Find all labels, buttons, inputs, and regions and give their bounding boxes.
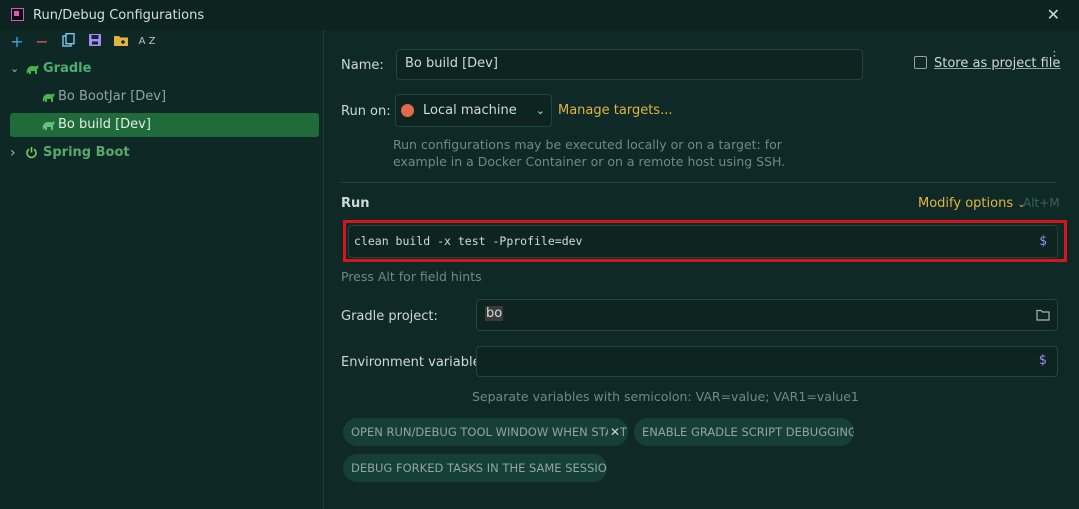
close-icon[interactable]: ✕ (1047, 5, 1060, 24)
tree-group-label: Gradle (43, 61, 92, 76)
gradle-elephant-icon (25, 57, 40, 85)
manage-targets-link[interactable]: Manage targets... (558, 103, 672, 118)
tree-item-label: Bo BootJar [Dev] (58, 89, 167, 104)
chip-label: OPEN RUN/DEBUG TOOL WINDOW WHEN STARTED (351, 425, 628, 439)
gradle-tasks-value: clean build -x test -Pprofile=dev (354, 234, 583, 248)
chip-label: DEBUG FORKED TASKS IN THE SAME SESSION (351, 461, 607, 475)
tree-group-label: Spring Boot (43, 145, 130, 160)
remove-chip-icon[interactable]: ✕ (607, 418, 620, 446)
tree-item-bo-build[interactable]: Bo build [Dev] (0, 113, 323, 137)
environment-variables-input[interactable]: $ (476, 346, 1058, 377)
gradle-tasks-input[interactable]: clean build -x test -Pprofile=dev $ (348, 225, 1058, 258)
window-title: Run/Debug Configurations (33, 8, 205, 23)
option-chip[interactable]: OPEN RUN/DEBUG TOOL WINDOW WHEN STARTED ✕ (343, 418, 628, 446)
home-icon (401, 104, 414, 117)
configuration-form: Name: Bo build [Dev] Store as project fi… (324, 30, 1079, 509)
intellij-app-icon (11, 8, 24, 21)
modify-options-shortcut: Alt+M (1023, 196, 1060, 210)
option-chip[interactable]: ENABLE GRADLE SCRIPT DEBUGGING✕ (634, 418, 854, 446)
run-on-value: Local machine (423, 103, 517, 118)
tree-group-spring-boot[interactable]: › Spring Boot (0, 141, 323, 165)
name-label: Name: (341, 58, 384, 73)
gradle-elephant-icon (41, 113, 56, 141)
power-icon (25, 141, 38, 168)
modify-options-link[interactable]: Modify options ⌄ (918, 196, 1026, 211)
chip-label: ENABLE GRADLE SCRIPT DEBUGGING (642, 425, 854, 439)
tree-item-label: Bo build [Dev] (58, 117, 151, 132)
environment-variables-label: Environment variables: (341, 355, 492, 370)
chevron-right-icon[interactable]: › (10, 141, 16, 165)
gradle-project-label: Gradle project: (341, 309, 438, 324)
chevron-down-icon: ⌄ (535, 104, 545, 117)
gradle-project-value: bo (485, 306, 504, 321)
new-folder-icon[interactable] (112, 33, 130, 51)
folder-icon[interactable] (1036, 300, 1050, 332)
save-icon[interactable] (86, 33, 104, 51)
run-on-hint-line1: Run configurations may be executed local… (393, 137, 782, 152)
section-divider (341, 182, 1057, 183)
store-as-project-file-label[interactable]: Store as project file (934, 56, 1060, 71)
run-section-title: Run (341, 196, 370, 211)
option-chip[interactable]: DEBUG FORKED TASKS IN THE SAME SESSION✕ (343, 454, 607, 482)
tree-item-bo-bootjar[interactable]: Bo BootJar [Dev] (0, 85, 323, 109)
add-configuration-button[interactable]: + (8, 33, 26, 51)
macro-dollar-icon[interactable]: $ (1039, 226, 1047, 257)
store-as-project-file-checkbox[interactable] (914, 56, 927, 69)
chevron-down-icon[interactable]: ⌄ (10, 57, 19, 81)
run-on-label: Run on: (341, 104, 391, 119)
sidebar-toolbar: + − A Z (0, 30, 323, 56)
run-on-hint-line2: example in a Docker Container or on a re… (393, 154, 786, 169)
tree-group-gradle[interactable]: ⌄ Gradle (0, 57, 323, 81)
title-bar: Run/Debug Configurations ✕ (0, 0, 1079, 31)
copy-icon[interactable] (60, 33, 78, 51)
run-on-dropdown[interactable]: Local machine ⌄ (395, 94, 552, 127)
gradle-elephant-icon (41, 85, 56, 113)
sort-alphabetically-button[interactable]: A Z (138, 33, 156, 51)
gradle-project-input[interactable]: bo (476, 299, 1058, 331)
environment-variables-hint: Separate variables with semicolon: VAR=v… (472, 389, 859, 404)
name-input[interactable]: Bo build [Dev] (396, 49, 863, 80)
configurations-sidebar: + − A Z ⌄ Gradle Bo BootJar [Dev] Bo bui… (0, 30, 324, 509)
more-options-icon[interactable]: ⋮ (1048, 50, 1061, 63)
macro-dollar-icon[interactable]: $ (1039, 347, 1047, 375)
remove-configuration-button[interactable]: − (33, 33, 51, 51)
field-hints-note: Press Alt for field hints (341, 269, 482, 284)
